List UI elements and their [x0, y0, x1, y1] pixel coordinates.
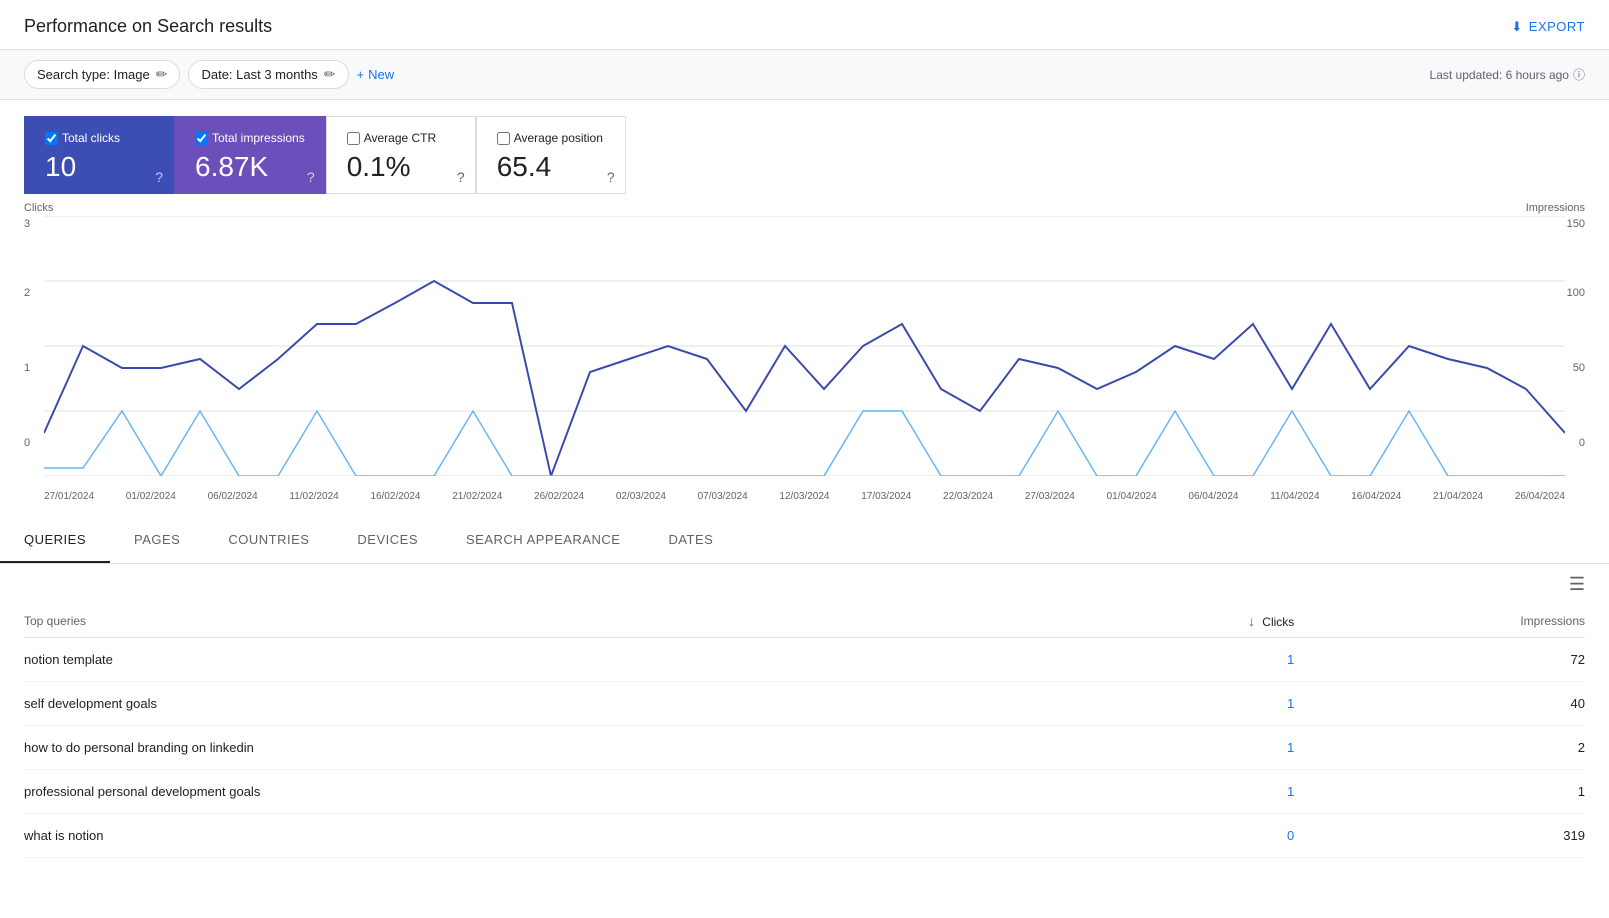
impressions-cell: 40	[1294, 682, 1585, 726]
table-row[interactable]: what is notion 0 319	[24, 814, 1585, 858]
export-icon: ⬇	[1511, 19, 1522, 35]
metric-total-impressions[interactable]: Total impressions 6.87K ?	[174, 116, 326, 194]
metric-checkbox[interactable]	[347, 132, 360, 145]
search-type-filter[interactable]: Search type: Image ✏	[24, 60, 180, 89]
clicks-cell: 1	[1086, 770, 1294, 814]
col-query: Top queries	[24, 605, 1086, 638]
filter-icon: ☰	[1569, 574, 1585, 594]
help-icon[interactable]: ?	[155, 169, 163, 185]
chart-label-impressions: Impressions	[1526, 202, 1585, 214]
plus-icon: +	[357, 67, 365, 82]
metric-label: Average CTR	[347, 131, 455, 145]
filter-button[interactable]: ☰	[1569, 574, 1585, 595]
impressions-cell: 319	[1294, 814, 1585, 858]
metric-average-ctr[interactable]: Average CTR 0.1% ?	[326, 116, 476, 194]
table-row[interactable]: how to do personal branding on linkedin …	[24, 726, 1585, 770]
clicks-cell: 0	[1086, 814, 1294, 858]
metric-value: 0.1%	[347, 151, 455, 183]
metric-checkbox[interactable]	[497, 132, 510, 145]
col-impressions: Impressions	[1294, 605, 1585, 638]
help-icon[interactable]: ?	[457, 169, 465, 185]
help-icon[interactable]: ?	[607, 169, 615, 185]
help-icon[interactable]: ?	[307, 169, 315, 185]
queries-table: Top queries ↓ Clicks Impressions notion …	[24, 605, 1585, 858]
sort-icon: ↓	[1248, 613, 1255, 629]
table-row[interactable]: notion template 1 72	[24, 638, 1585, 682]
tab-countries[interactable]: COUNTRIES	[204, 518, 333, 563]
tabs-container: QUERIES PAGES COUNTRIES DEVICES SEARCH A…	[0, 518, 1609, 564]
clicks-cell: 1	[1086, 726, 1294, 770]
tab-search-appearance[interactable]: SEARCH APPEARANCE	[442, 518, 644, 563]
metric-average-position[interactable]: Average position 65.4 ?	[476, 116, 626, 194]
export-button[interactable]: ⬇ EXPORT	[1511, 19, 1585, 35]
toolbar-left: Search type: Image ✏ Date: Last 3 months…	[24, 60, 394, 89]
metric-checkbox[interactable]	[195, 132, 208, 145]
tabs: QUERIES PAGES COUNTRIES DEVICES SEARCH A…	[0, 518, 1609, 564]
page-header: Performance on Search results ⬇ EXPORT	[0, 0, 1609, 50]
chart-svg	[44, 216, 1565, 476]
toolbar: Search type: Image ✏ Date: Last 3 months…	[0, 50, 1609, 100]
query-cell: what is notion	[24, 814, 1086, 858]
date-filter[interactable]: Date: Last 3 months ✏	[188, 60, 348, 89]
tab-pages[interactable]: PAGES	[110, 518, 204, 563]
info-icon: ⓘ	[1573, 66, 1585, 83]
col-clicks[interactable]: ↓ Clicks	[1086, 605, 1294, 638]
metric-checkbox[interactable]	[45, 132, 58, 145]
page-title: Performance on Search results	[24, 16, 272, 37]
edit-icon: ✏	[324, 66, 336, 83]
impressions-cell: 1	[1294, 770, 1585, 814]
tab-devices[interactable]: DEVICES	[333, 518, 442, 563]
table-row[interactable]: self development goals 1 40	[24, 682, 1585, 726]
table-toolbar: ☰	[24, 564, 1585, 605]
table-row[interactable]: professional personal development goals …	[24, 770, 1585, 814]
new-button[interactable]: + New	[357, 67, 395, 82]
chart-label-clicks: Clicks	[24, 202, 53, 214]
metric-value: 10	[45, 151, 153, 183]
edit-icon: ✏	[156, 66, 168, 83]
last-updated: Last updated: 6 hours ago ⓘ	[1430, 66, 1585, 83]
chart-container: Clicks 3 2 1 0 Impressions 150 100 50 0 …	[0, 194, 1609, 482]
query-cell: self development goals	[24, 682, 1086, 726]
tab-queries[interactable]: QUERIES	[0, 518, 110, 563]
metric-value: 65.4	[497, 151, 605, 183]
metric-value: 6.87K	[195, 151, 305, 183]
metrics-row: Total clicks 10 ? Total impressions 6.87…	[0, 100, 1609, 194]
metric-label: Total clicks	[45, 131, 153, 145]
impressions-cell: 2	[1294, 726, 1585, 770]
chart-x-axis: 27/01/2024 01/02/2024 06/02/2024 11/02/2…	[44, 491, 1565, 502]
metric-total-clicks[interactable]: Total clicks 10 ?	[24, 116, 174, 194]
impressions-cell: 72	[1294, 638, 1585, 682]
query-cell: notion template	[24, 638, 1086, 682]
metric-label: Total impressions	[195, 131, 305, 145]
query-cell: professional personal development goals	[24, 770, 1086, 814]
table-container: ☰ Top queries ↓ Clicks Impressions notio…	[0, 564, 1609, 858]
clicks-cell: 1	[1086, 682, 1294, 726]
tab-dates[interactable]: DATES	[644, 518, 737, 563]
query-cell: how to do personal branding on linkedin	[24, 726, 1086, 770]
clicks-cell: 1	[1086, 638, 1294, 682]
metric-label: Average position	[497, 131, 605, 145]
